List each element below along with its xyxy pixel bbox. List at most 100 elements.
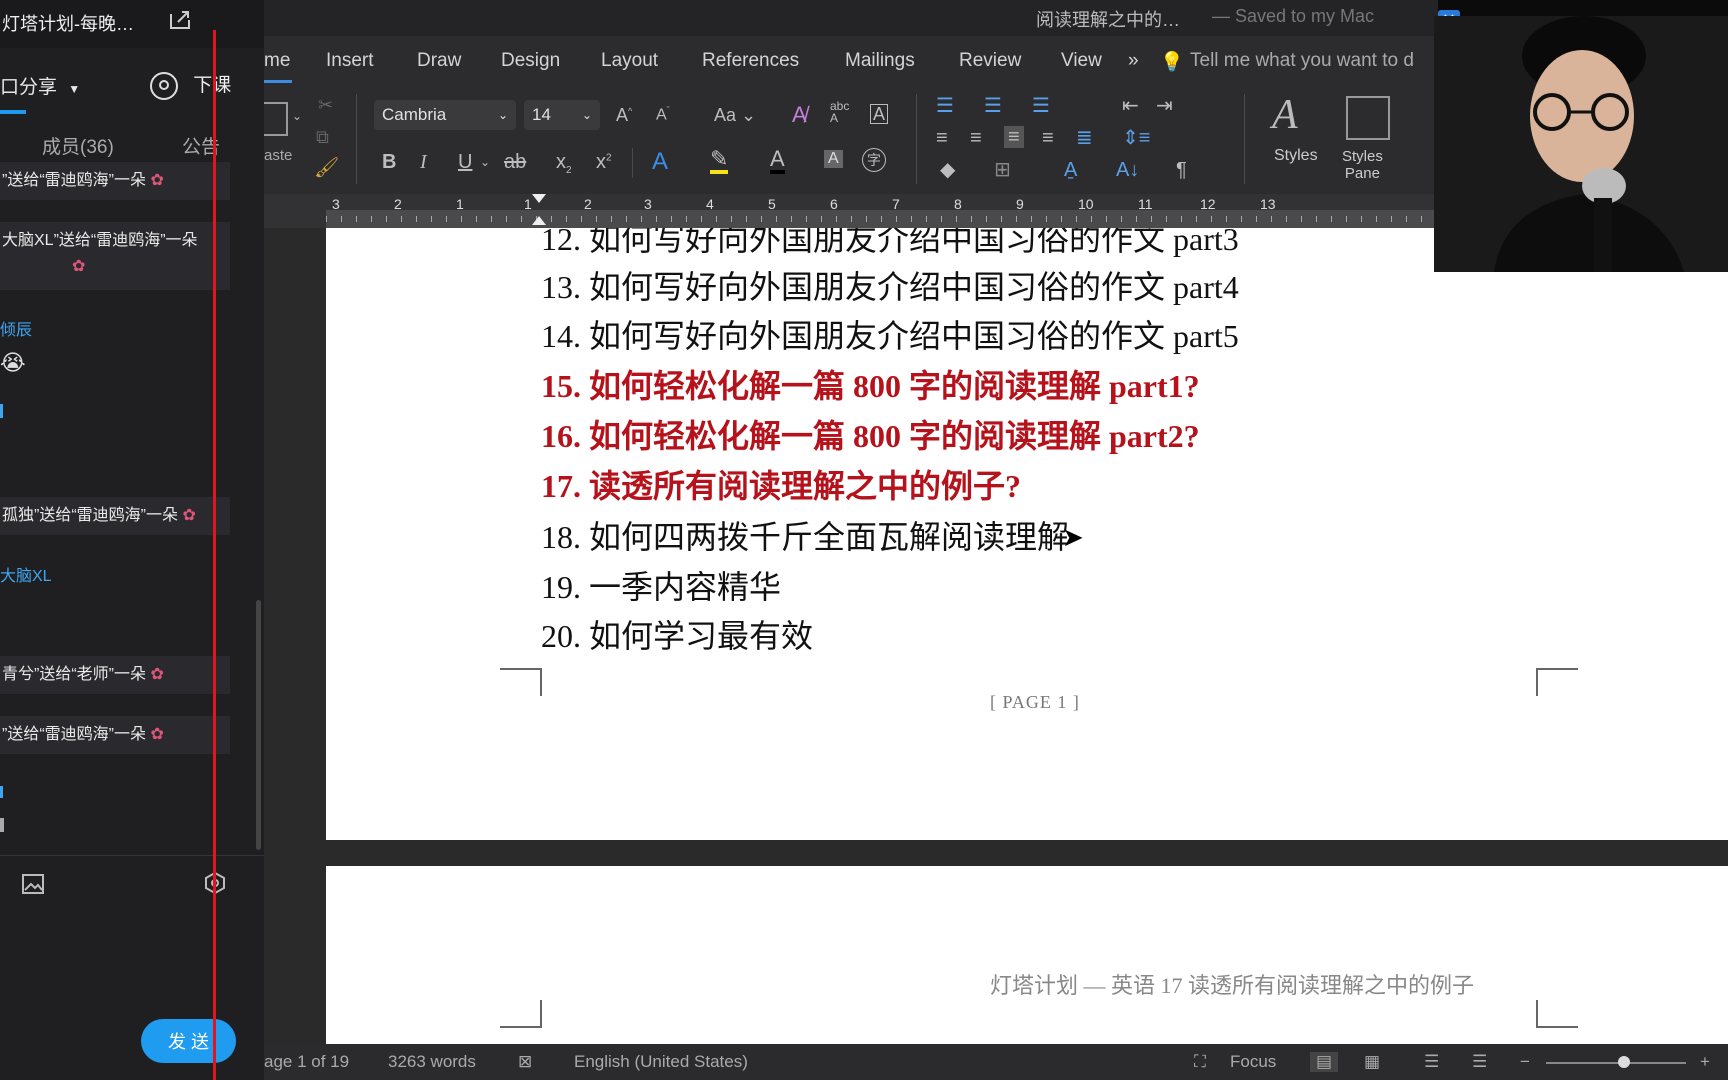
zoom-slider[interactable] [1546, 1062, 1686, 1064]
multilevel-list-icon[interactable]: ☰ [1032, 96, 1050, 116]
chat-title: 灯塔计划-每晚… [2, 14, 134, 34]
chevron-down-icon[interactable]: ⌄ [292, 110, 302, 122]
flower-icon: ✿ [182, 507, 196, 524]
bullets-icon[interactable]: ☰ [936, 96, 954, 116]
sort-icon[interactable]: A↓ [1116, 160, 1139, 180]
tab-mailings[interactable]: Mailings [845, 50, 915, 72]
cut-icon[interactable]: ✂ [318, 96, 333, 114]
line-spacing-icon[interactable]: ⇕≡ [1122, 128, 1150, 148]
chat-scrollbar[interactable] [256, 600, 261, 850]
align-left-icon[interactable]: ≡ [936, 128, 948, 148]
numbering-icon[interactable]: ☰ [984, 96, 1002, 116]
ruler-track [326, 210, 1438, 228]
font-size-select[interactable]: 14 ⌄ [524, 100, 600, 130]
language[interactable]: English (United States) [574, 1052, 748, 1072]
tab-view[interactable]: View [1061, 50, 1102, 72]
toc-line: 15. 如何轻松化解一篇 800 字的阅读理解 part1? [541, 368, 1200, 404]
more-tabs-icon[interactable]: » [1128, 50, 1139, 72]
zoom-out-icon[interactable]: − [1520, 1052, 1530, 1072]
tab-references[interactable]: References [702, 50, 799, 72]
toc-line: 16. 如何轻松化解一篇 800 字的阅读理解 part2? [541, 418, 1200, 454]
tab-home[interactable]: me [264, 50, 292, 83]
send-button[interactable]: 发 送 [141, 1019, 236, 1063]
tab-review[interactable]: Review [959, 50, 1021, 72]
superscript-icon[interactable]: x2 [596, 152, 612, 172]
text-effects-icon[interactable]: A [652, 150, 668, 174]
distributed-icon[interactable]: ≣ [1076, 128, 1093, 148]
shading-icon[interactable]: ◆ [940, 160, 955, 180]
input-divider [0, 855, 264, 856]
chat-username[interactable]: 大脑XL [0, 562, 52, 586]
justify-icon[interactable]: ≡ [1042, 128, 1054, 148]
strikethrough-icon[interactable]: ab [504, 152, 526, 172]
ruler[interactable]: 3 2 1 1 2 3 4 5 6 7 8 9 10 11 12 13 [264, 194, 1438, 228]
char-border-icon[interactable]: A [870, 104, 889, 124]
tab-layout[interactable]: Layout [601, 50, 658, 72]
focus-label[interactable]: Focus [1230, 1052, 1276, 1072]
clear-formatting-icon[interactable]: A̸ [792, 104, 807, 126]
document-title: 阅读理解之中的… [1036, 10, 1180, 30]
subscript-icon[interactable]: x2 [556, 152, 572, 176]
toc-line: 13. 如何写好向外国朋友介绍中国习俗的作文 part4 [541, 269, 1239, 305]
increase-indent-icon[interactable]: ⇥ [1156, 96, 1173, 116]
change-case-icon[interactable]: Aa ⌄ [714, 106, 756, 124]
word-count[interactable]: 3263 words [388, 1052, 476, 1072]
font-name-select[interactable]: Cambria ⌄ [374, 100, 516, 130]
copy-icon[interactable]: ⧉ [316, 128, 329, 146]
styles-icon[interactable]: A [1272, 94, 1298, 136]
print-layout-icon[interactable]: ▤ [1310, 1052, 1339, 1072]
align-center-icon[interactable]: ≡ [970, 128, 982, 148]
tab-share[interactable]: 口分享 ▼ [0, 72, 80, 99]
chevron-down-icon[interactable]: ⌄ [480, 156, 490, 168]
zoom-in-icon[interactable]: + [1700, 1052, 1710, 1072]
decrease-indent-icon[interactable]: ⇤ [1122, 96, 1139, 116]
tab-insert[interactable]: Insert [326, 50, 374, 72]
flower-icon: ✿ [150, 172, 164, 189]
shrink-font-icon[interactable]: Aˇ [656, 106, 670, 123]
chat-username[interactable]: 倾辰 [0, 316, 32, 340]
page-count[interactable]: age 1 of 19 [264, 1052, 349, 1072]
underline-icon[interactable]: U [458, 152, 472, 172]
flower-icon: ✿ [150, 666, 164, 683]
styles-label[interactable]: Styles [1274, 148, 1318, 164]
enclose-char-icon[interactable]: 字 [862, 148, 886, 172]
styles-pane-label[interactable]: Styles Pane [1342, 148, 1383, 183]
toc-line: 19. 一季内容精华 [541, 569, 782, 605]
indent-marker[interactable] [532, 216, 546, 225]
asian-layout-icon[interactable]: A̱ [1064, 160, 1077, 180]
tell-me-search[interactable]: Tell me what you want to d [1190, 50, 1414, 72]
tab-members[interactable]: 成员(36) [42, 132, 114, 159]
grow-font-icon[interactable]: A^ [616, 106, 632, 124]
end-class-button[interactable]: 下课 [150, 70, 231, 100]
proofing-icon[interactable]: ⊠ [518, 1052, 532, 1072]
paste-label: aste [264, 147, 293, 164]
chat-panel: 灯塔计划-每晚… 口分享 ▼ 下课 成员(36) 公告 ”送给“雷迪鸥海”一朵 … [0, 0, 264, 1080]
align-right-icon[interactable]: ≡ [1004, 126, 1024, 148]
flower-icon: ✿ [72, 257, 86, 275]
italic-icon[interactable]: I [420, 152, 427, 172]
webcam-video [1434, 16, 1728, 272]
paste-icon[interactable] [264, 102, 288, 136]
focus-mode-icon[interactable]: ⛶ [1194, 1052, 1206, 1072]
chevron-down-icon: ⌄ [581, 108, 592, 122]
borders-icon[interactable]: ⊞ [994, 160, 1011, 180]
bold-icon[interactable]: B [382, 152, 396, 172]
tab-design[interactable]: Design [501, 50, 560, 72]
web-layout-icon[interactable]: ▦ [1364, 1052, 1380, 1072]
phonetic-guide-icon[interactable]: abc A [830, 100, 849, 124]
format-painter-icon[interactable]: 🖌 [314, 158, 339, 178]
outline-icon[interactable]: ☰ [1424, 1052, 1439, 1072]
show-marks-icon[interactable]: ¶ [1176, 160, 1187, 180]
share-icon[interactable] [168, 10, 192, 30]
power-icon [150, 71, 178, 100]
indent-marker[interactable] [532, 194, 546, 203]
styles-pane-icon[interactable] [1346, 96, 1390, 140]
zoom-slider-thumb[interactable] [1618, 1056, 1630, 1068]
draft-icon[interactable]: ☰ [1472, 1052, 1487, 1072]
highlight-icon[interactable]: ✎ [710, 148, 729, 174]
char-shading-icon[interactable]: A [824, 150, 843, 168]
toc-line: 14. 如何写好向外国朋友介绍中国习俗的作文 part5 [541, 318, 1239, 354]
image-icon[interactable] [22, 874, 44, 894]
font-color-icon[interactable]: A [770, 148, 785, 174]
tab-draw[interactable]: Draw [417, 50, 461, 72]
